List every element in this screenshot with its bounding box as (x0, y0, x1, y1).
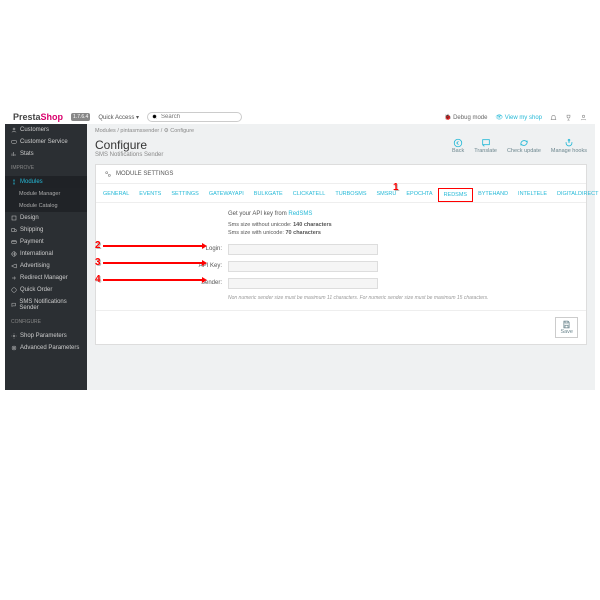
sender-note: Non numeric sender size must be maximum … (228, 295, 574, 302)
tabs: GENERAL EVENTS SETTINGS GATEWAYAPI BULKG… (96, 184, 586, 203)
sidebar-customer-service[interactable]: Customer Service (5, 136, 87, 148)
tab-bulkgate[interactable]: BULKGATE (249, 188, 288, 202)
sidebar-shipping[interactable]: Shipping (5, 224, 87, 236)
tab-turbosms[interactable]: TURBOSMS (330, 188, 371, 202)
callout-4: 4 (95, 274, 203, 285)
sidebar-design[interactable]: Design (5, 212, 87, 224)
callout-3: 3 (95, 257, 203, 268)
avatar-icon[interactable] (580, 114, 587, 121)
page-title: Configure (95, 138, 163, 152)
logo: PrestaShop (13, 112, 63, 122)
module-settings-panel: MODULE SETTINGS GENERAL EVENTS SETTINGS … (95, 164, 587, 345)
tab-redsms[interactable]: REDSMS (438, 188, 474, 202)
sidebar-section-configure: Configure (5, 314, 87, 330)
back-button[interactable]: Back (452, 138, 464, 154)
page-subtitle: SMS Notifications Sender (95, 152, 163, 158)
sidebar-modules[interactable]: Modules (5, 176, 87, 188)
search-input[interactable] (161, 114, 231, 120)
view-shop[interactable]: 👁 View my shop (495, 114, 542, 121)
sidebar-stats[interactable]: Stats (5, 148, 87, 160)
sidebar-quick-order[interactable]: Quick Order (5, 284, 87, 296)
tab-general[interactable]: GENERAL (98, 188, 134, 202)
breadcrumb: Modules / pintasmssender / ⚙ Configure (87, 124, 595, 138)
login-input[interactable] (228, 244, 378, 255)
translate-button[interactable]: Translate (474, 138, 497, 154)
panel-header: MODULE SETTINGS (96, 165, 586, 184)
top-bar: PrestaShop 1.7.6.4 Quick Access ▾ 🐞 Debu… (5, 110, 595, 124)
sidebar: Customers Customer Service Stats Improve… (5, 124, 87, 390)
sidebar-payment[interactable]: Payment (5, 236, 87, 248)
sidebar-sms-notifications[interactable]: SMS Notifications Sender (5, 296, 87, 314)
api-key-hint: Get your API key from RedSMS (228, 211, 574, 217)
redsms-link[interactable]: RedSMS (288, 211, 312, 217)
sidebar-redirect-manager[interactable]: Redirect Manager (5, 272, 87, 284)
cogs-icon (104, 170, 112, 178)
sidebar-advertising[interactable]: Advertising (5, 260, 87, 272)
tab-epochta[interactable]: EPOCHTA (401, 188, 437, 202)
sidebar-shop-parameters[interactable]: Shop Parameters (5, 330, 87, 342)
search-icon (152, 114, 158, 120)
sidebar-module-manager[interactable]: Module Manager (5, 188, 87, 200)
sender-input[interactable] (228, 278, 378, 289)
sms-limits: Sms size without unicode: 140 characters… (228, 221, 574, 238)
sidebar-advanced-parameters[interactable]: Advanced Parameters (5, 342, 87, 354)
save-button[interactable]: Save (555, 317, 578, 338)
tab-digitaldirect[interactable]: DIGITALDIRECT (552, 188, 600, 202)
tab-clickatell[interactable]: CLICKATELL (288, 188, 331, 202)
callout-2: 2 (95, 240, 203, 251)
sidebar-module-catalog[interactable]: Module Catalog (5, 200, 87, 212)
tab-inteltele[interactable]: INTELTELE (513, 188, 552, 202)
trophy-icon[interactable] (565, 114, 572, 121)
apikey-input[interactable] (228, 261, 378, 272)
search-box[interactable] (147, 112, 242, 122)
quick-access[interactable]: Quick Access ▾ (98, 114, 139, 121)
sidebar-international[interactable]: International (5, 248, 87, 260)
bell-icon[interactable] (550, 114, 557, 121)
sidebar-customers[interactable]: Customers (5, 124, 87, 136)
tab-settings[interactable]: SETTINGS (166, 188, 204, 202)
callout-1: 1 (393, 182, 399, 193)
sidebar-section-improve: Improve (5, 160, 87, 176)
tab-bytehand[interactable]: BYTEHAND (473, 188, 513, 202)
check-update-button[interactable]: Check update (507, 138, 541, 154)
tab-events[interactable]: EVENTS (134, 188, 166, 202)
tab-gatewayapi[interactable]: GATEWAYAPI (204, 188, 249, 202)
debug-mode[interactable]: 🐞 Debug mode (444, 114, 488, 121)
manage-hooks-button[interactable]: Manage hooks (551, 138, 587, 154)
version-badge: 1.7.6.4 (71, 113, 90, 121)
